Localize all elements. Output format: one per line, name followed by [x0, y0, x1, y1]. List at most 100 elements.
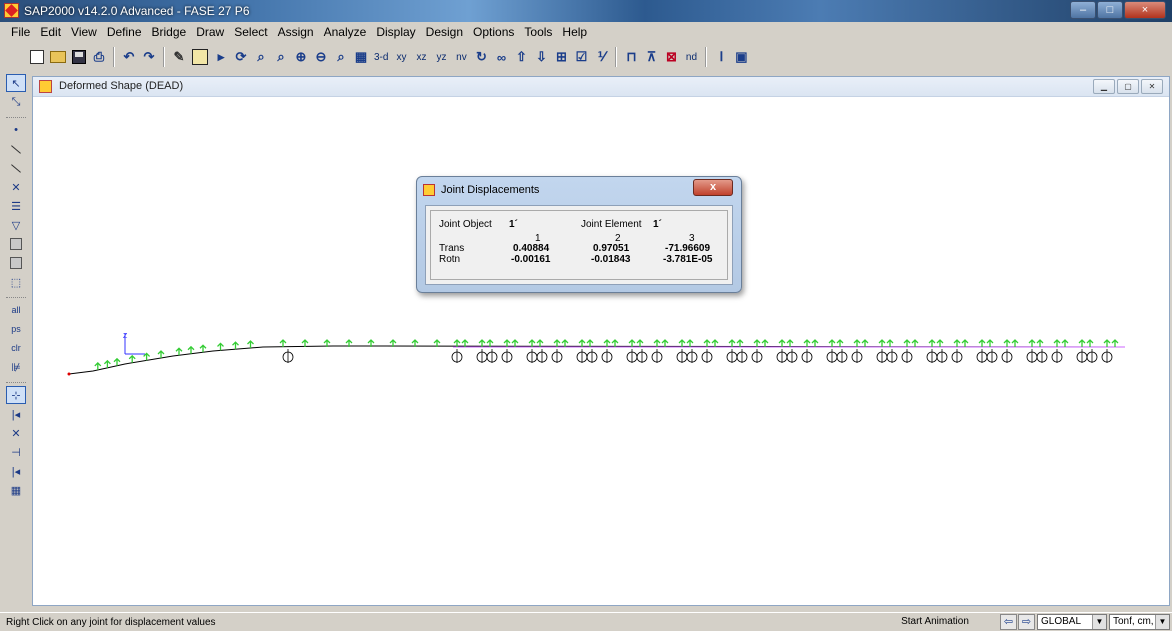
menu-options[interactable]: Options [468, 25, 519, 39]
print-button[interactable]: ⎙ [90, 46, 108, 68]
step-back-button[interactable]: ⇦ [1000, 614, 1017, 630]
show-deformed-button[interactable]: ☑ [572, 46, 590, 68]
reshape-tool[interactable]: ⤡ [6, 93, 26, 111]
window-title: SAP2000 v14.2.0 Advanced - FASE 27 P6 [24, 4, 250, 18]
spring-glyph [811, 339, 819, 347]
draw-frame-tool[interactable] [6, 140, 26, 158]
view-3d-button[interactable]: 3-d [372, 46, 390, 68]
view-close-button[interactable]: ✕ [1141, 79, 1163, 94]
view-nv-button[interactable]: nv [452, 46, 470, 68]
set-display-button[interactable]: ▦ [352, 46, 370, 68]
sap2000-logo-icon[interactable] [4, 3, 19, 18]
view-yz-button[interactable]: yz [432, 46, 450, 68]
menu-select[interactable]: Select [229, 25, 272, 39]
snap-fine-grid-tool[interactable]: ▦ [6, 481, 26, 499]
redo-button[interactable]: ↷ [140, 46, 158, 68]
snap-points-tool[interactable]: ⊹ [6, 386, 26, 404]
draw-braces-tool[interactable]: ✕ [6, 178, 26, 196]
quick-draw-area-tool[interactable] [6, 254, 26, 272]
joint-element-value: 1´ [653, 219, 662, 230]
spring-glyph [778, 339, 786, 347]
save-button[interactable] [70, 46, 88, 68]
redo-icon: ↷ [143, 49, 155, 64]
snap-intersections-tool[interactable]: ✕ [6, 424, 26, 442]
close-button[interactable]: × [1124, 1, 1166, 19]
draw-joint-tool[interactable]: • [6, 121, 26, 139]
zoom-out-button[interactable]: ⊖ [312, 46, 330, 68]
spring-glyph [247, 340, 254, 348]
clear-select-tool[interactable]: clr [6, 339, 26, 357]
display-options-button[interactable]: ▣ [732, 46, 750, 68]
snap-perpendicular-tool[interactable]: ⊣ [6, 443, 26, 461]
coordinate-system-select[interactable]: GLOBAL ▼ [1037, 614, 1107, 630]
draw-rect-area-tool[interactable] [6, 235, 26, 253]
zoom-window-button[interactable]: ⌕ [252, 46, 270, 68]
pointer-tool[interactable]: ↖ [6, 74, 26, 92]
lock-button[interactable] [190, 46, 210, 68]
new-model-button[interactable] [28, 46, 46, 68]
snap-ends-tool[interactable]: |◂ [6, 405, 26, 423]
menu-draw[interactable]: Draw [191, 25, 229, 39]
rubber-band-zoom-button[interactable]: ⟳ [232, 46, 250, 68]
deformed-shape-window[interactable]: Deformed Shape (DEAD) ▁ ▢ ✕ Z [32, 76, 1170, 606]
lock-icon [192, 49, 208, 65]
quick-draw-frame-tool[interactable] [6, 159, 26, 177]
dot-icon: • [14, 124, 18, 136]
undo-button[interactable]: ↶ [120, 46, 138, 68]
model-canvas[interactable]: Z [33, 98, 1169, 605]
view-xz-button[interactable]: xz [412, 46, 430, 68]
zoom-in-button[interactable]: ⊕ [292, 46, 310, 68]
spring-glyph [753, 339, 761, 347]
open-button[interactable] [48, 46, 68, 68]
frame-button[interactable]: ⊓ [622, 46, 640, 68]
view-minimize-button[interactable]: ▁ [1093, 79, 1115, 94]
menu-edit[interactable]: Edit [35, 25, 66, 39]
pan-button[interactable]: ⌕ [332, 46, 350, 68]
menu-view[interactable]: View [66, 25, 102, 39]
view-window-title: Deformed Shape (DEAD) [59, 80, 184, 92]
menu-file-label: File [11, 25, 31, 39]
nd-button[interactable]: nd [682, 46, 700, 68]
dialog-close-button[interactable]: x [693, 179, 733, 196]
units-select[interactable]: Tonf, cm, C ▼ [1109, 614, 1170, 630]
menu-design[interactable]: Design [421, 25, 468, 39]
step-forward-button[interactable]: ⇨ [1018, 614, 1035, 630]
select-all-tool[interactable]: all [6, 301, 26, 319]
show-undeformed-button[interactable]: ⊞ [552, 46, 570, 68]
menu-file[interactable]: File [6, 25, 35, 39]
draw-poly-area-tool[interactable]: ▽ [6, 216, 26, 234]
display-percent-button[interactable]: ⅟ [592, 46, 610, 68]
view-xy-button[interactable]: xy [392, 46, 410, 68]
menu-display[interactable]: Display [371, 25, 420, 39]
view-restore-button[interactable]: ▢ [1117, 79, 1139, 94]
minimize-button[interactable]: – [1070, 1, 1096, 19]
move-up-button[interactable]: ⇧ [512, 46, 530, 68]
perspective-button[interactable]: ∞ [492, 46, 510, 68]
menu-analyze[interactable]: Analyze [319, 25, 372, 39]
menu-define[interactable]: Define [102, 25, 147, 39]
snap-lines-tool[interactable]: |◂ [6, 462, 26, 480]
frame-forces-button[interactable]: ⊼ [642, 46, 660, 68]
deformed-shape-line [68, 345, 1126, 375]
maximize-button[interactable]: □ [1097, 1, 1123, 19]
menu-tools[interactable]: Tools [519, 25, 557, 39]
show-tables-button[interactable]: ⊠ [662, 46, 680, 68]
move-down-button[interactable]: ⇩ [532, 46, 550, 68]
refresh-window-button[interactable]: ✎ [170, 46, 188, 68]
start-animation-button[interactable]: Start Animation [895, 614, 975, 631]
support-glyph [826, 349, 838, 363]
menu-help[interactable]: Help [557, 25, 592, 39]
zoom-fit-button[interactable]: ⌕ [272, 46, 290, 68]
new-file-icon [30, 50, 44, 64]
origin-joint[interactable] [67, 372, 71, 376]
spring-glyph [828, 339, 836, 347]
draw-secondary-beams-tool[interactable]: ☰ [6, 197, 26, 215]
run-analysis-button[interactable]: ▸ [212, 46, 230, 68]
draw-solid-tool[interactable]: ⬚ [6, 273, 26, 291]
section-designer-button[interactable]: Ⅰ [712, 46, 730, 68]
menu-bridge[interactable]: Bridge [147, 25, 192, 39]
intersecting-line-tool[interactable]: ⊯ [6, 358, 26, 376]
menu-assign[interactable]: Assign [273, 25, 319, 39]
rotate-3d-button[interactable]: ↻ [472, 46, 490, 68]
previous-select-tool[interactable]: ps [6, 320, 26, 338]
